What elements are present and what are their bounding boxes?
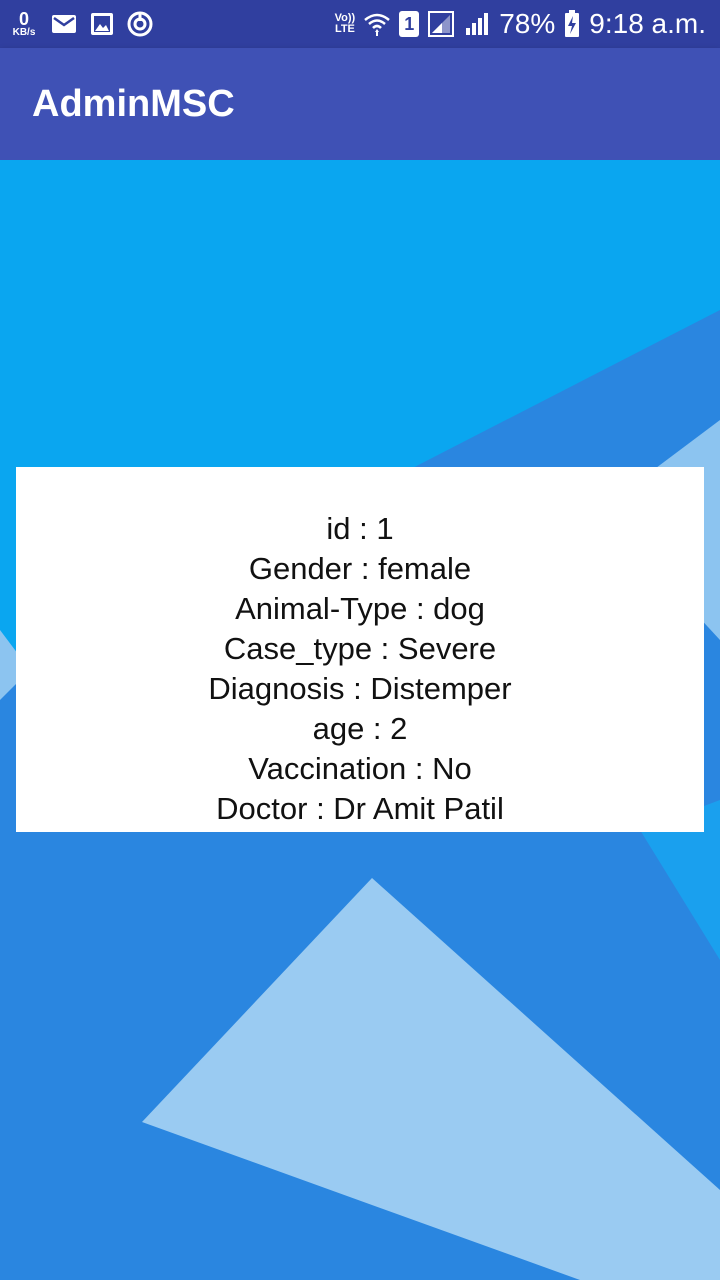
signal-sim1-icon: [427, 10, 455, 38]
record-case-type: Case_type : Severe: [223, 631, 497, 666]
clock: 9:18 a.m.: [589, 8, 706, 39]
record-card: id : 1 Gender : female Animal-Type : dog…: [16, 467, 704, 832]
app-bar: AdminMSC: [0, 48, 720, 160]
network-speed-indicator: 0 KB/s: [8, 10, 40, 38]
network-speed-unit: KB/s: [12, 27, 36, 38]
record-age: age : 2: [312, 711, 408, 746]
status-bar: 0 KB/s Vo)) LTE 1 78% 9:18 a.m.: [0, 0, 720, 48]
volte-label-bottom: LTE: [334, 23, 355, 35]
app-title: AdminMSC: [32, 82, 235, 125]
signal-sim2-icon: [463, 10, 491, 38]
battery-charging-icon: [563, 10, 581, 38]
status-bar-left: 0 KB/s: [0, 0, 154, 48]
record-animal-type: Animal-Type : dog: [235, 591, 485, 626]
record-id: id : 1: [326, 511, 394, 546]
record-gender: Gender : female: [248, 551, 472, 586]
email-icon: [50, 10, 78, 38]
battery-percent: 78%: [499, 8, 556, 39]
sim-indicator: 1: [399, 11, 420, 37]
gallery-icon: [88, 10, 116, 38]
wifi-icon: [363, 10, 391, 38]
volte-indicator: Vo)) LTE: [335, 13, 356, 35]
record-diagnosis: Diagnosis : Distemper: [208, 671, 512, 706]
network-speed-value: 0: [18, 9, 29, 29]
status-bar-right: Vo)) LTE 1 78% 9:18 a.m.: [335, 0, 720, 48]
record-vaccination: Vaccination : No: [248, 751, 472, 786]
record-doctor: Doctor : Dr Amit Patil: [216, 791, 504, 826]
sync-icon: [126, 10, 154, 38]
